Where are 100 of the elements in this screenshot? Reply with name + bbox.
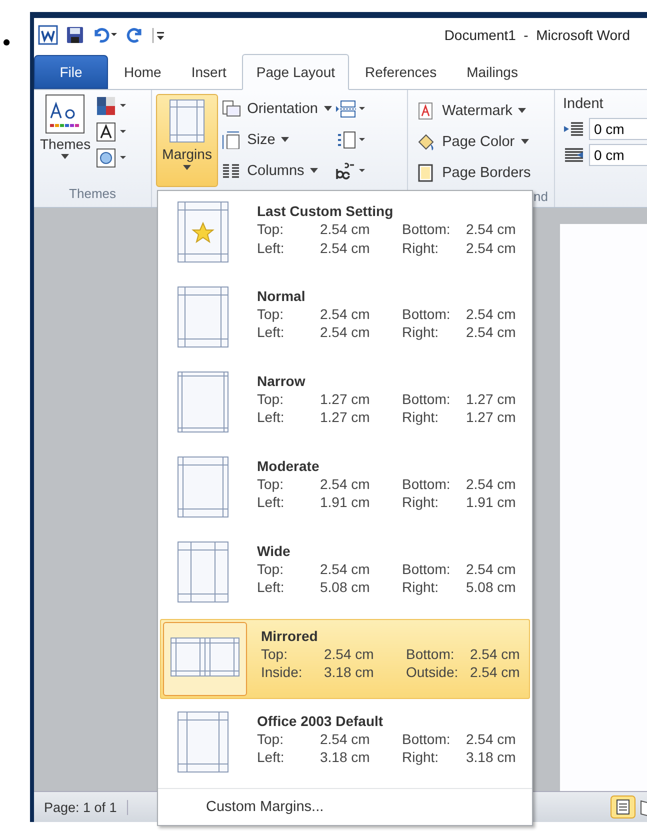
margin-label: Left: — [257, 578, 286, 597]
page-margins-icon — [177, 710, 229, 773]
margins-button[interactable]: Margins — [156, 94, 218, 188]
background-button[interactable]: Page Borders — [416, 160, 531, 186]
save-icon[interactable] — [66, 26, 84, 44]
background-button[interactable]: Page Color — [416, 129, 531, 154]
margin-value: 2.54 cm — [320, 220, 371, 238]
themes-icon — [45, 94, 86, 134]
line-numbers-icon[interactable] — [335, 130, 367, 150]
setup-button[interactable]: Columns — [221, 158, 332, 184]
margin-label: Top: — [257, 304, 284, 324]
margin-label: Right: — [402, 323, 440, 342]
ribbon-tab[interactable]: Mailings — [452, 55, 532, 90]
themes-button[interactable]: Themes — [37, 94, 94, 186]
margin-value: 2.54 cm — [466, 238, 516, 257]
theme-fonts-icon[interactable] — [96, 122, 128, 142]
paint-bucket-icon — [416, 132, 436, 151]
customize-menu-icon[interactable] — [152, 26, 166, 44]
caret-icon — [310, 168, 318, 174]
margin-label: Bottom: — [402, 220, 452, 238]
margin-label: Bottom: — [402, 390, 452, 408]
margin-option[interactable]: Wide Top: 2.54 cm Bottom: 2.54 cm Left: 5.08 cm Right: 5.08 cm — [160, 534, 530, 614]
window-title: Document1 - Microsoft Word — [444, 26, 630, 43]
breaks-icon[interactable] — [335, 99, 367, 120]
margin-value: 2.54 cm — [466, 220, 516, 238]
margin-label: Bottom: — [406, 644, 456, 664]
margin-label: Top: — [257, 474, 284, 494]
margin-label: Right: — [402, 238, 440, 257]
undo-icon[interactable] — [92, 26, 118, 44]
margin-label: Left: — [257, 408, 286, 427]
page-count: Page: 1 of 1 — [34, 800, 128, 815]
theme-effects-icon[interactable] — [96, 148, 128, 168]
margin-value: 5.08 cm — [466, 578, 516, 597]
margin-value: 2.54 cm — [320, 560, 371, 578]
word-logo-icon — [38, 24, 58, 45]
margin-label: Outside: — [406, 663, 460, 682]
margin-label: Right: — [402, 748, 440, 767]
setup-button[interactable]: Size — [221, 127, 332, 152]
margin-label: Top: — [257, 730, 284, 748]
margin-option[interactable]: Last Custom Setting Top: 2.54 cm Bottom: 2.54 cm Left: 2.54 cm Right: 2.54 cm — [160, 194, 530, 274]
caret-icon — [183, 165, 192, 170]
caret-icon — [324, 106, 332, 112]
setup-button[interactable]: Orientation — [221, 96, 332, 122]
margin-value: 2.54 cm — [470, 663, 520, 682]
margin-option[interactable]: Mirrored Top: 2.54 cm Bottom: 2.54 cm Inside: 3.18 cm Outside: 2.54 cm — [160, 618, 530, 699]
option-title: Normal — [257, 286, 306, 305]
margin-label: Left: — [257, 493, 286, 512]
margin-value: 2.54 cm — [466, 304, 516, 324]
group-label: nd — [534, 189, 548, 204]
theme-colors-icon[interactable] — [96, 96, 128, 116]
margin-label: Right: — [402, 493, 440, 512]
caret-icon — [281, 137, 290, 142]
margin-option[interactable]: Normal Top: 2.54 cm Bottom: 2.54 cm Left: 2.54 cm Right: 2.54 cm — [160, 278, 530, 359]
margin-value: 2.54 cm — [466, 323, 516, 342]
margin-value: 2.54 cm — [466, 474, 516, 494]
page-margins-icon — [177, 456, 229, 518]
option-title: Office 2003 Default — [257, 712, 384, 730]
indent-field[interactable]: 0 cm — [589, 118, 647, 140]
margin-label: Left: — [257, 238, 286, 257]
option-title: Wide — [257, 542, 292, 560]
margin-value: 2.54 cm — [466, 730, 516, 748]
group-label: Themes — [68, 186, 118, 202]
caret-icon — [518, 108, 526, 114]
margin-value: 3.18 cm — [466, 748, 516, 767]
margin-value: 1.27 cm — [320, 390, 371, 408]
margin-value: 2.54 cm — [320, 323, 371, 342]
background-button[interactable]: Watermark — [416, 98, 531, 124]
custom-margins-item[interactable]: Custom Margins... — [206, 799, 324, 816]
page-margins-icon — [177, 370, 229, 433]
margin-value: 1.27 cm — [466, 408, 516, 427]
margin-option[interactable]: Office 2003 Default Top: 2.54 cm Bottom: 2.54 cm Left: 3.18 cm Right: 3.18 cm — [160, 704, 530, 784]
margin-option[interactable]: Narrow Top: 1.27 cm Bottom: 1.27 cm Left: 1.27 cm Right: 1.27 cm — [160, 364, 530, 444]
margin-value: 2.54 cm — [320, 730, 371, 748]
margin-value: 3.18 cm — [324, 663, 375, 682]
ribbon-tab[interactable]: Page Layout — [242, 54, 349, 90]
margin-label: Left: — [257, 323, 286, 342]
margin-label: Top: — [257, 390, 284, 408]
margin-value: 3.18 cm — [320, 748, 371, 767]
margin-option[interactable]: Moderate Top: 2.54 cm Bottom: 2.54 cm Left: 1.91 cm Right: 1.91 cm — [160, 448, 530, 529]
margin-value: 2.54 cm — [470, 644, 520, 664]
redo-icon[interactable] — [126, 26, 144, 44]
ribbon-tab[interactable]: Insert — [177, 55, 240, 90]
margin-label: Top: — [257, 220, 284, 238]
print-layout-icon[interactable] — [610, 795, 636, 820]
margin-label: Left: — [257, 748, 286, 767]
indent-field[interactable]: 0 cm — [589, 144, 647, 166]
margin-label: Bottom: — [402, 474, 452, 494]
page-margins-icon — [177, 540, 229, 603]
margin-label: Inside: — [261, 663, 304, 682]
ribbon-tab[interactable]: References — [351, 55, 451, 90]
option-title: Moderate — [257, 456, 320, 475]
page-size-icon — [221, 130, 242, 149]
page-margins-icon — [177, 286, 229, 348]
caret-icon — [61, 154, 70, 160]
file-tab[interactable]: File — [34, 55, 108, 90]
ribbon-tab[interactable]: Home — [110, 55, 176, 90]
margin-value: 1.91 cm — [466, 493, 516, 512]
hyphenation-icon[interactable] — [335, 161, 367, 182]
margin-label: Right: — [402, 408, 440, 427]
indent-left-icon — [563, 120, 585, 138]
